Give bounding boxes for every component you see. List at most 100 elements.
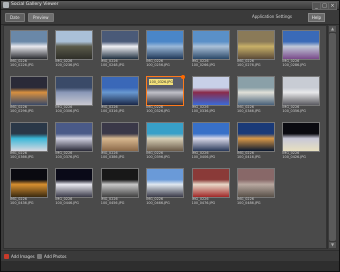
thumbnail-image[interactable] [10,30,48,60]
thumbnail-filename: 100_0426.JPG [282,155,306,159]
thumbnail-filename: 100_0416.JPG [237,155,261,159]
thumbnail-tile[interactable]: IMG_0226 100_0406.JPG [191,122,230,164]
thumbnail-tile[interactable]: IMG_0226 100_0346.JPG [236,76,275,118]
thumbnail-image[interactable] [55,168,94,198]
thumbnail-tile[interactable]: IMG_0226 100_0276.JPG [236,30,275,72]
photo-icon [37,254,42,259]
thumbnail-tile[interactable]: IMG_0226 100_0476.JPG [191,168,230,210]
thumbnail-image[interactable] [282,76,321,106]
tab-preview[interactable]: Preview [28,13,54,22]
thumbnail-image[interactable] [10,122,48,152]
scroll-thumb[interactable] [329,33,336,241]
thumbnail-caption: IMG_0226 100_0236.JPG [55,59,91,67]
thumbnail-image[interactable] [237,168,275,198]
thumbnail-caption: IMG_0226 100_0456.JPG [101,197,137,205]
thumbnail-tile[interactable]: IMG_0226 100_0436.JPG [9,168,48,210]
add-images-label: Add Images [11,254,35,259]
thumbnail-tile[interactable]: IMG_0226 100_0256.JPG [145,30,185,72]
thumbnail-image[interactable] [100,168,139,198]
vertical-scrollbar[interactable]: ▲ ▼ [327,25,337,249]
thumbnail-grid-panel: IMG_0226 100_0226.JPG IMG_0226 100_0236.JPG… [3,25,327,249]
thumbnail-tile[interactable]: IMG_0226 100_0266.JPG [191,30,230,72]
thumbnail-tile[interactable]: IMG_0226 100_0226.JPG [9,30,48,72]
thumbnail-image[interactable] [237,122,275,152]
thumbnail-image[interactable] [100,122,139,152]
thumbnail-tile[interactable]: IMG_0226 100_0236.JPG [54,30,94,72]
thumbnail-image[interactable] [191,76,230,106]
add-images-button[interactable]: Add Images [4,253,35,260]
thumbnail-image[interactable] [55,122,94,152]
thumbnail-image[interactable] [191,168,230,198]
thumbnail-tile[interactable]: IMG_0226 100_0446.JPG [54,168,94,210]
thumbnail-caption: IMG_0226 100_0426.JPG [282,151,318,159]
thumbnail-caption: IMG_0226 100_0248.JPG [101,59,137,67]
bottom-strip [1,261,339,271]
thumbnail-tile[interactable]: IMG_0226 100_0316.JPG [100,76,139,118]
window-title: Social Gallery Viewer [11,2,59,7]
thumbnail-caption: IMG_0226 100_0486.JPG [237,197,273,205]
thumbnail-caption: IMG_0226 100_0366.JPG [10,151,46,159]
thumbnail-caption: IMG_0226 100_0446.JPG [55,197,91,205]
thumbnail-image[interactable] [237,76,275,106]
add-image-icon [4,254,9,259]
scroll-up-icon[interactable]: ▲ [329,26,336,32]
thumbnail-tile[interactable]: IMG_0226 100_0396.JPG [145,122,185,164]
thumbnail-image[interactable] [191,30,230,60]
add-photos-button[interactable]: Add Photos [37,253,67,260]
thumbnail-caption: IMG_0226 100_0336.JPG [192,105,228,113]
thumbnail-image[interactable] [146,30,185,60]
thumbnail-tile[interactable]: 100_0326.JPG IMG_0226 100_0326.JPG [145,75,186,118]
thumbnail-tile[interactable]: IMG_0226 100_0296.JPG [9,76,48,118]
thumbnail-tile[interactable]: IMG_0226 100_0486.JPG [236,168,275,210]
thumbnail-image[interactable] [100,76,139,106]
application-settings-link[interactable]: Application Settings [252,14,292,19]
thumbnail-tile[interactable]: IMG_0226 100_0456.JPG [100,168,139,210]
help-button[interactable]: Help [307,13,325,22]
thumbnail-tile[interactable]: IMG_0226 100_0248.JPG [100,30,139,72]
thumbnail-filename: 100_0346.JPG [237,109,261,113]
thumbnail-image[interactable]: 100_0326.JPG [146,75,186,106]
thumbnail-tile[interactable]: IMG_0226 100_0386.JPG [100,122,139,164]
thumbnail-image[interactable] [55,76,94,106]
thumbnail-image[interactable] [100,30,139,60]
thumbnail-image[interactable] [191,122,230,152]
thumbnail-tile[interactable]: IMG_0226 100_0416.JPG [236,122,275,164]
thumbnail-tile[interactable]: IMG_0226 100_0336.JPG [191,76,230,118]
close-button[interactable]: × [328,2,337,10]
thumbnail-tile[interactable]: IMG_0226 100_0426.JPG [281,122,321,164]
thumbnail-filename: 100_0316.JPG [100,109,125,113]
app-window: Social Gallery Viewer _ □ × Date Preview… [0,0,340,272]
thumbnail-filename: 100_0486.JPG [237,201,261,205]
thumbnail-tile[interactable]: IMG_0226 100_0306.JPG [54,76,94,118]
status-bar: Add Images Add Photos [1,250,339,261]
thumbnail-tile[interactable]: IMG_0226 100_0356.JPG [281,76,321,118]
filename-tooltip: 100_0326.JPG [149,79,174,85]
thumbnail-image[interactable] [10,76,48,106]
thumbnail-caption: IMG_0226 100_0476.JPG [192,197,228,205]
thumbnail-tile[interactable]: IMG_0226 100_0286.JPG [281,30,321,72]
thumbnail-filename: 100_0336.JPG [191,109,216,113]
thumbnail-image[interactable] [282,30,321,60]
thumbnail-caption: IMG_0226 100_0296.JPG [10,105,46,113]
thumbnail-caption: IMG_0226 100_0406.JPG [192,151,228,159]
thumbnail-image[interactable] [55,30,94,60]
thumbnail-image[interactable] [146,168,185,198]
thumbnail-caption: IMG_0226 100_0416.JPG [237,151,273,159]
scroll-down-icon[interactable]: ▼ [329,242,336,248]
thumbnail-filename: 100_0306.JPG [55,109,79,113]
thumbnail-image[interactable] [237,30,275,60]
thumbnail-filename: 100_0406.JPG [191,155,216,159]
thumbnail-caption: IMG_0226 100_0306.JPG [55,105,91,113]
thumbnail-image[interactable] [282,122,321,152]
thumbnail-caption: IMG_0226 100_0266.JPG [192,59,228,67]
thumbnail-filename: 100_0296.JPG [10,109,34,113]
thumbnail-filename: 100_0256.JPG [146,63,170,67]
app-logo-icon [3,2,9,8]
thumbnail-image[interactable] [10,168,48,198]
thumbnail-image[interactable] [146,122,185,152]
selection-marker-icon [181,75,186,79]
thumbnail-tile[interactable]: IMG_0226 100_0376.JPG [54,122,94,164]
thumbnail-tile[interactable]: IMG_0226 100_0366.JPG [9,122,48,164]
thumbnail-tile[interactable]: IMG_0226 100_0466.JPG [145,168,185,210]
tab-date[interactable]: Date [5,13,25,22]
